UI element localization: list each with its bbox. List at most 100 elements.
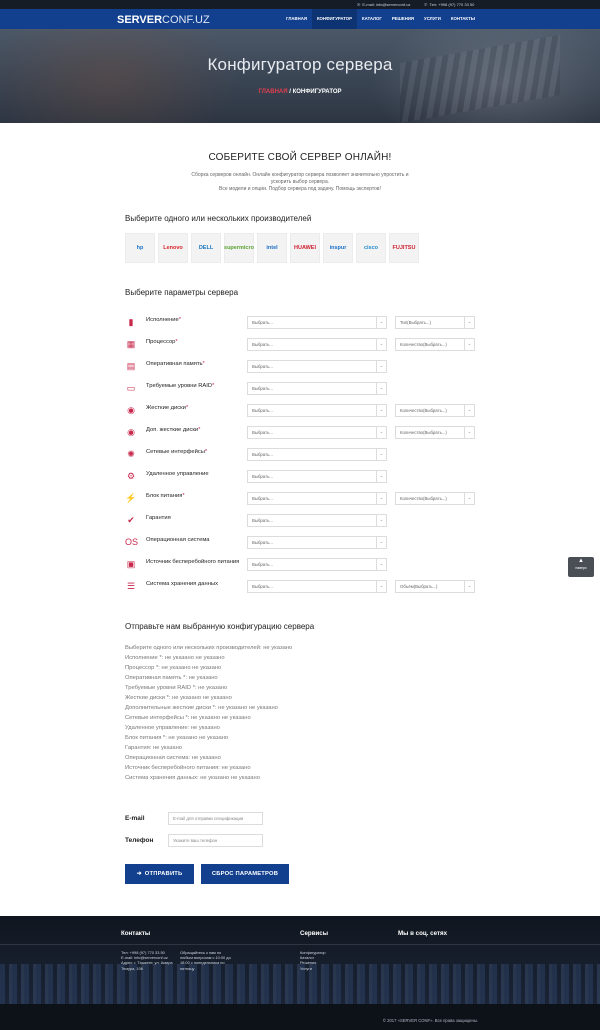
reset-button[interactable]: СБРОС ПАРАМЕТРОВ — [201, 864, 289, 884]
param-label: Источник бесперебойного питания — [146, 559, 241, 566]
param-quantity-value: Тип(Выбрать...) — [400, 320, 431, 325]
param-quantity-select[interactable]: Количество(Выбрать...) ⌄ — [395, 338, 475, 351]
param-row: ⚡ Блок питания* Выбрать... ⌄ Количество(Выбр… — [125, 491, 475, 505]
param-select[interactable]: Выбрать... ⌄ — [247, 492, 387, 505]
copyright-bar: © 2017 «SERVER CONF». Все права защищены… — [0, 1004, 600, 1030]
param-select-value: Выбрать... — [252, 320, 273, 325]
vendor-lenovo-logo-icon[interactable]: Lenovo — [158, 233, 188, 263]
nav-item-1[interactable]: КОНФИГУРАТОР — [311, 9, 357, 29]
topbar-email[interactable]: ✉ E-mail: info@serverconf.uz — [357, 2, 410, 7]
param-select[interactable]: Выбрать... ⌄ — [247, 382, 387, 395]
vendor-hp-logo-icon[interactable]: hp — [125, 233, 155, 263]
nav-item-2[interactable]: КАТАЛОГ — [357, 9, 387, 29]
breadcrumb-home-link[interactable]: ГЛАВНАЯ — [258, 89, 287, 95]
param-row: ▮ Исполнение* Выбрать... ⌄ Тип(Выбрать...) ⌄ — [125, 315, 475, 329]
breadcrumb: ГЛАВНАЯ / КОНФИГУРАТОР — [0, 89, 600, 95]
scroll-top-button[interactable]: ▲ наверх — [568, 557, 594, 577]
nav-item-0[interactable]: ГЛАВНАЯ — [281, 9, 312, 29]
param-select[interactable]: Выбрать... ⌄ — [247, 514, 387, 527]
param-select[interactable]: Выбрать... ⌄ — [247, 426, 387, 439]
param-select-value: Выбрать... — [252, 430, 273, 435]
vendor-dell-logo-icon[interactable]: DELL — [191, 233, 221, 263]
inspur-logo-icon: inspur — [329, 245, 347, 251]
param-row: ✺ Сетевые интерфейсы* Выбрать... ⌄ — [125, 447, 475, 461]
param-quantity-select[interactable]: Объём(Выбрать...) ⌄ — [395, 580, 475, 593]
breadcrumb-current: КОНФИГУРАТОР — [292, 89, 342, 95]
param-quantity-select[interactable]: Тип(Выбрать...) ⌄ — [395, 316, 475, 329]
lenovo-logo-icon: Lenovo — [163, 245, 183, 251]
param-select[interactable]: Выбрать... ⌄ — [247, 580, 387, 593]
param-label: Операционная система — [146, 537, 241, 544]
param-select-value: Выбрать... — [252, 364, 273, 369]
param-select[interactable]: Выбрать... ⌄ — [247, 558, 387, 571]
chevron-down-icon: ⌄ — [376, 339, 386, 350]
intro-text: Сборка серверов онлайн. Онлайн конфигура… — [191, 172, 409, 192]
param-quantity-value: Объём(Выбрать...) — [400, 584, 438, 589]
email-field[interactable]: E-mail для отправки спецификации — [168, 812, 263, 825]
remote-control-icon: ⚙ — [126, 471, 136, 481]
nav-menu: ГЛАВНАЯ КОНФИГУРАТОР КАТАЛОГ РЕШЕНИЯ УСЛУГИ К… — [281, 9, 480, 29]
param-quantity-select[interactable]: Количество(Выбрать...) ⌄ — [395, 492, 475, 505]
topbar-phone-text: Тел: +998 (97) 770 33 50 — [429, 2, 475, 7]
send-arrow-icon: ➜ — [136, 871, 142, 877]
param-label-text: Гарантия — [146, 515, 171, 521]
logo-rest: CONF.UZ — [162, 14, 210, 26]
top-contact-bar: ✉ E-mail: info@serverconf.uz ✆ Тел: +998… — [0, 0, 600, 9]
chevron-down-icon: ⌄ — [376, 361, 386, 372]
footer-social-title: Мы в соц. сетях — [398, 930, 448, 937]
services-item[interactable]: Услуги — [300, 966, 326, 971]
server-case-icon: ▮ — [128, 317, 134, 327]
chevron-down-icon: ⌄ — [376, 317, 386, 328]
vendor-intel-logo-icon[interactable]: intel — [257, 233, 287, 263]
nav-item-4[interactable]: УСЛУГИ — [419, 9, 446, 29]
param-label-text: Требуемые уровни RAID — [146, 383, 213, 389]
contacts-lines-item: Адрес: г. Ташкент, ул. Амира — [121, 960, 173, 966]
param-select[interactable]: Выбрать... ⌄ — [247, 448, 387, 461]
vendor-cisco-logo-icon[interactable]: cisco — [356, 233, 386, 263]
supermicro-logo-icon: supermicro — [224, 245, 254, 251]
envelope-icon: ✉ — [357, 2, 361, 7]
phone-field[interactable]: Укажите ваш телефон — [168, 834, 263, 847]
param-select-value: Выбрать... — [252, 386, 273, 391]
param-quantity-select[interactable]: Количество(Выбрать...) ⌄ — [395, 404, 475, 417]
param-select[interactable]: Выбрать... ⌄ — [247, 536, 387, 549]
param-label: Блок питания* — [146, 493, 241, 500]
vendors-heading: Выберите одного или нескольких производи… — [125, 214, 312, 223]
nav-item-3[interactable]: РЕШЕНИЯ — [387, 9, 419, 29]
footer-services-title: Сервисы — [300, 930, 329, 937]
chevron-down-icon: ⌄ — [376, 427, 386, 438]
vendor-huawei-logo-icon[interactable]: HUAWEI — [290, 233, 320, 263]
param-select-value: Выбрать... — [252, 452, 273, 457]
phone-label: Телефон — [125, 837, 154, 844]
param-label-text: Система хранения данных — [146, 581, 218, 587]
summary-line: Исполнение *: не указано не указано — [125, 655, 225, 661]
hp-logo-icon: hp — [136, 245, 144, 251]
page-title: Конфигуратор сервера — [207, 55, 393, 74]
param-select[interactable]: Выбрать... ⌄ — [247, 338, 387, 351]
param-select[interactable]: Выбрать... ⌄ — [247, 404, 387, 417]
params-heading: Выберите параметры сервера — [125, 288, 239, 297]
vendor-inspur-logo-icon[interactable]: inspur — [323, 233, 353, 263]
param-row: ▣ Источник бесперебойного питания Выбрать.… — [125, 557, 475, 571]
param-row: ▤ Оперативная память* Выбрать... ⌄ — [125, 359, 475, 373]
param-label-text: Жесткие диски — [146, 405, 186, 411]
footer-hours: Обращайтесь к нам по любым вопросам с 10:… — [180, 950, 231, 971]
param-select[interactable]: Выбрать... ⌄ — [247, 470, 387, 483]
summary-line: Выберите одного или нескольких производи… — [125, 645, 293, 651]
vendor-fujitsu-logo-icon[interactable]: FUJITSU — [389, 233, 419, 263]
param-select-value: Выбрать... — [252, 562, 273, 567]
param-label: Доп. жесткие диски* — [146, 427, 241, 434]
param-select[interactable]: Выбрать... ⌄ — [247, 360, 387, 373]
nav-item-5[interactable]: КОНТАКТЫ — [446, 9, 480, 29]
chevron-down-icon: ⌄ — [464, 427, 474, 438]
param-select[interactable]: Выбрать... ⌄ — [247, 316, 387, 329]
summary-line: Требуемые уровни RAID *: не указано — [125, 685, 228, 691]
send-button[interactable]: ➜ ОТПРАВИТЬ — [125, 864, 194, 884]
summary-line: Источник бесперебойного питания: не указ… — [125, 765, 251, 771]
site-logo[interactable]: SERVERCONF.UZ — [117, 14, 210, 26]
topbar-phone[interactable]: ✆ Тел: +998 (97) 770 33 50 — [424, 2, 474, 7]
reset-button-label: СБРОС ПАРАМЕТРОВ — [211, 871, 279, 877]
vendor-supermicro-logo-icon[interactable]: supermicro — [224, 233, 254, 263]
param-quantity-select[interactable]: Количество(Выбрать...) ⌄ — [395, 426, 475, 439]
contacts-lines-item: Темура, 106 — [121, 965, 143, 971]
